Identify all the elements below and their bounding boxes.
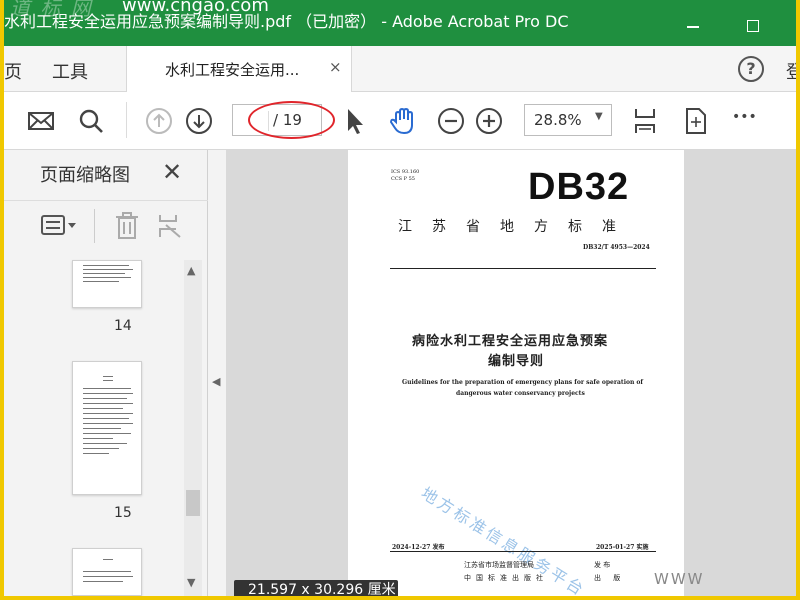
hand-tool-icon[interactable] bbox=[388, 106, 418, 136]
thumbnail-panel: 页面缩略图 ✕ 14 15 ▲ ▼ bbox=[4, 150, 208, 596]
menu-tools[interactable]: 工具 bbox=[52, 58, 88, 84]
title-cn-line1: 病险水利工程安全运用应急预案 bbox=[412, 334, 609, 349]
title-cn-line2: 编制导则 bbox=[488, 354, 545, 369]
zoom-select[interactable]: 28.8% ▼ bbox=[524, 104, 612, 136]
footer-rule bbox=[390, 551, 656, 552]
page-thumbnail[interactable] bbox=[72, 548, 142, 596]
help-icon[interactable]: ? bbox=[738, 56, 764, 82]
document-view[interactable]: ICS 93.160 CCS P 55 DB32 江苏省地方标准 DB32/T … bbox=[226, 150, 796, 596]
publish-date: 2024-12-27 发布 bbox=[392, 544, 445, 551]
panel-splitter[interactable]: ◀ bbox=[208, 150, 226, 596]
standard-number: DB32/T 4953—2024 bbox=[583, 244, 650, 251]
menu-bar: 页 工具 水利工程安全运用... × ? 登 bbox=[4, 46, 796, 92]
extract-page-icon[interactable] bbox=[156, 211, 182, 241]
collapse-panel-icon[interactable]: ◀ bbox=[212, 375, 220, 388]
title-en-line1: Guidelines for the preparation of emerge… bbox=[402, 379, 644, 386]
full-screen-icon[interactable] bbox=[680, 106, 710, 136]
press-org: 中国标准出版社出 版 bbox=[464, 574, 626, 582]
scroll-up-icon[interactable]: ▲ bbox=[187, 264, 195, 277]
page-thumbnail[interactable] bbox=[72, 361, 142, 495]
db-code: DB32 bbox=[528, 166, 630, 208]
minimize-button[interactable] bbox=[687, 26, 699, 28]
search-icon[interactable] bbox=[76, 106, 106, 136]
delete-icon[interactable] bbox=[114, 211, 140, 241]
toolbar: / 19 28.8% ▼ ••• bbox=[4, 92, 796, 150]
sign-in-button[interactable]: 登 bbox=[786, 58, 796, 84]
title-bar: 道 标 网 www.cngao.com 水利工程安全运用应急预案编制导则.pdf… bbox=[4, 0, 796, 46]
document-page: ICS 93.160 CCS P 55 DB32 江苏省地方标准 DB32/T … bbox=[348, 150, 684, 596]
publisher-org: 江苏省市场监督管理局发 布 bbox=[464, 561, 611, 569]
header-rule bbox=[390, 268, 656, 269]
panel-title: 页面缩略图 bbox=[40, 165, 130, 186]
ics-code: ICS 93.160 CCS P 55 bbox=[391, 169, 420, 182]
tab-close-icon[interactable]: × bbox=[329, 58, 342, 76]
close-panel-icon[interactable]: ✕ bbox=[162, 158, 182, 186]
scrollbar-thumb[interactable] bbox=[186, 490, 200, 516]
zoom-out-icon[interactable] bbox=[436, 106, 466, 136]
toolbar-separator bbox=[126, 102, 127, 138]
document-tab[interactable]: 水利工程安全运用... × bbox=[126, 46, 352, 92]
close-window-button[interactable] bbox=[779, 0, 796, 46]
title-en-line2: dangerous water conservancy projects bbox=[456, 390, 585, 397]
implement-date: 2025-01-27 实施 bbox=[596, 544, 649, 551]
annotation-oval bbox=[248, 101, 335, 139]
page-dimensions-tooltip: 21.597 x 30.296 厘米 bbox=[234, 580, 398, 596]
mail-icon[interactable] bbox=[26, 106, 56, 136]
page-thumbnail[interactable] bbox=[72, 260, 142, 308]
zoom-value: 28.8% bbox=[534, 111, 582, 129]
panel-toolbar bbox=[4, 200, 208, 252]
fit-width-icon[interactable] bbox=[630, 106, 660, 136]
panel-separator bbox=[94, 209, 95, 243]
window-title: 水利工程安全运用应急预案编制导则.pdf （已加密） - Adobe Acrob… bbox=[4, 12, 569, 31]
corner-watermark: WWW bbox=[654, 570, 705, 588]
previous-page-icon[interactable] bbox=[144, 106, 174, 136]
province-standard: 江苏省地方标准 bbox=[398, 219, 636, 235]
menu-home[interactable]: 页 bbox=[4, 58, 22, 84]
thumbnail-label: 14 bbox=[114, 318, 132, 334]
more-tools-icon[interactable]: ••• bbox=[732, 109, 757, 125]
acrobat-window: 道 标 网 www.cngao.com 水利工程安全运用应急预案编制导则.pdf… bbox=[4, 0, 796, 596]
chevron-down-icon: ▼ bbox=[595, 111, 603, 122]
next-page-icon[interactable] bbox=[184, 106, 214, 136]
maximize-button[interactable] bbox=[747, 20, 759, 32]
thumbnail-label: 15 bbox=[114, 505, 132, 521]
scroll-down-icon[interactable]: ▼ bbox=[187, 576, 195, 589]
select-cursor-icon[interactable] bbox=[340, 106, 370, 136]
document-tab-label: 水利工程安全运用... bbox=[165, 61, 300, 79]
thumbnail-options-icon[interactable] bbox=[40, 213, 80, 239]
zoom-in-icon[interactable] bbox=[474, 106, 504, 136]
thumbnail-scrollbar[interactable]: ▲ ▼ bbox=[184, 260, 202, 596]
